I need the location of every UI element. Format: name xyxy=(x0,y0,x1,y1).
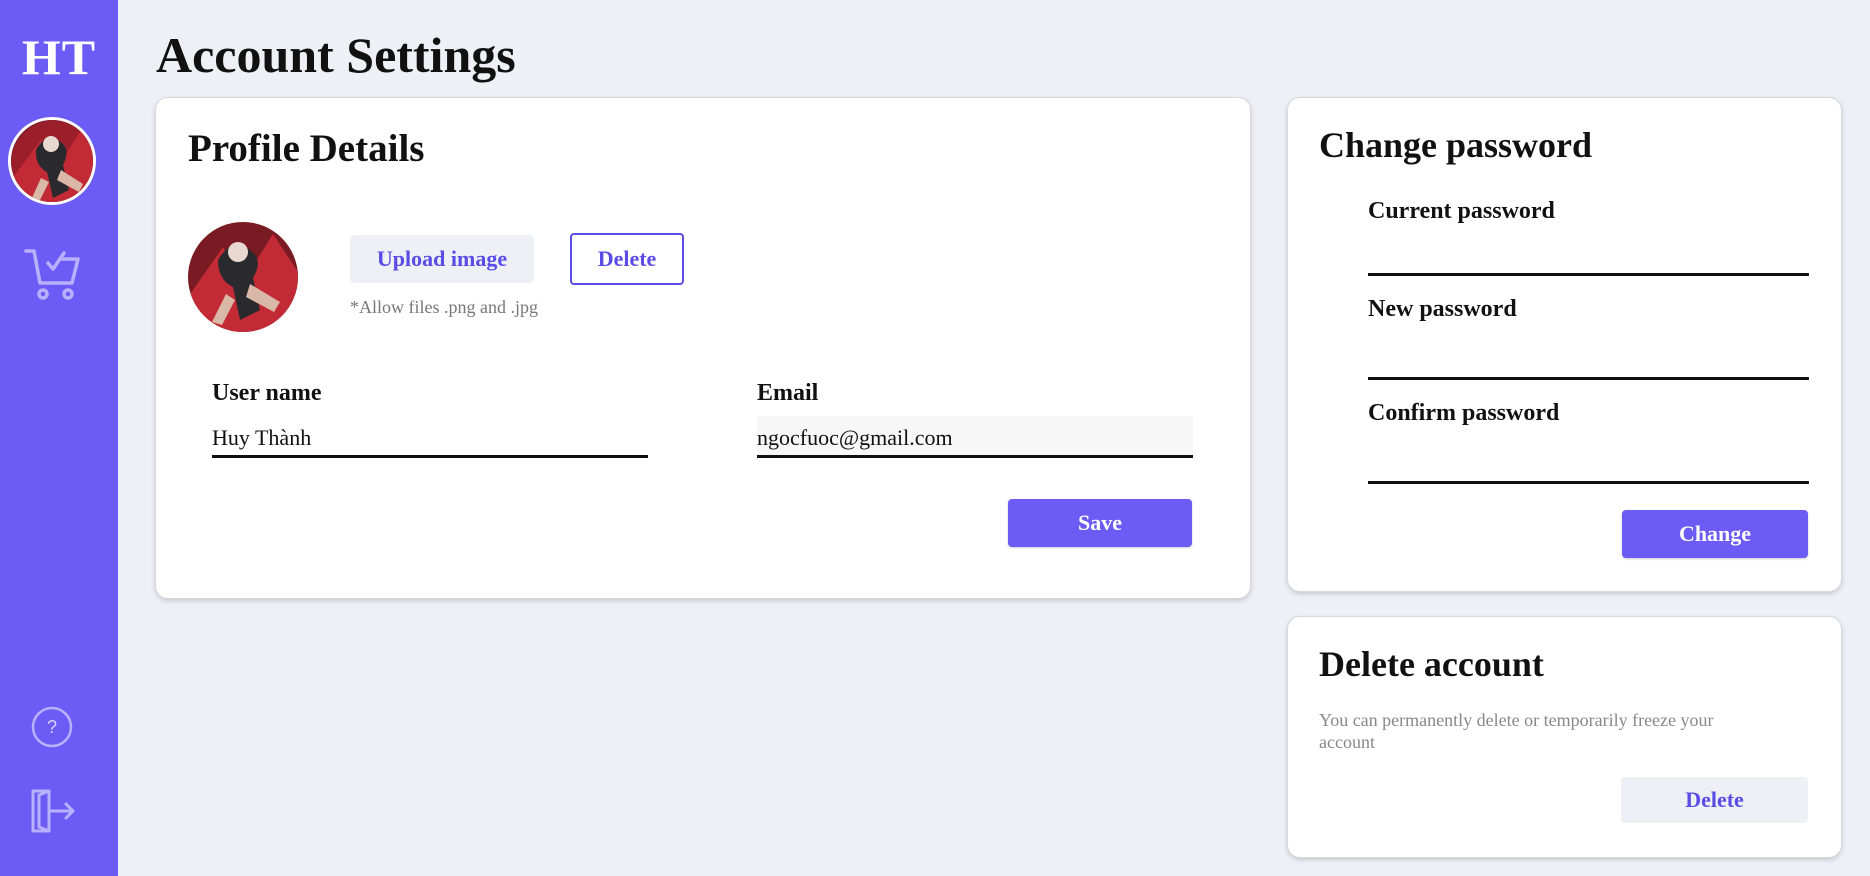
svg-text:?: ? xyxy=(47,717,57,737)
help-icon[interactable]: ? xyxy=(0,705,104,749)
new-password-input[interactable] xyxy=(1368,338,1809,380)
delete-account-description: You can permanently delete or temporaril… xyxy=(1319,710,1714,752)
sidebar: HT ? xyxy=(0,0,118,876)
confirm-password-label: Confirm password xyxy=(1368,400,1560,426)
delete-account-card: Delete account You can permanently delet… xyxy=(1288,617,1841,857)
confirm-password-input[interactable] xyxy=(1368,442,1809,484)
delete-account-button[interactable]: Delete xyxy=(1621,777,1808,823)
email-input[interactable] xyxy=(757,416,1193,458)
username-label: User name xyxy=(212,380,322,406)
page-title: Account Settings xyxy=(156,27,516,83)
delete-image-button[interactable]: Delete xyxy=(570,233,684,285)
save-button[interactable]: Save xyxy=(1008,499,1192,547)
change-password-card: Change password Current password New pas… xyxy=(1288,98,1841,591)
current-password-label: Current password xyxy=(1368,198,1555,224)
upload-image-button[interactable]: Upload image xyxy=(350,235,534,283)
change-password-button[interactable]: Change xyxy=(1622,510,1808,558)
change-password-heading: Change password xyxy=(1319,125,1593,165)
file-type-hint: *Allow files .png and .jpg xyxy=(350,297,538,317)
profile-details-card: Profile Details Upload image Delete *All… xyxy=(156,98,1250,598)
user-avatar[interactable] xyxy=(8,117,96,205)
profile-heading: Profile Details xyxy=(188,127,425,170)
current-password-input[interactable] xyxy=(1368,234,1809,276)
email-label: Email xyxy=(757,380,819,406)
new-password-label: New password xyxy=(1368,296,1517,322)
logout-icon[interactable] xyxy=(0,787,104,835)
profile-avatar xyxy=(188,222,298,332)
cart-check-icon[interactable] xyxy=(0,245,104,303)
app-logo: HT xyxy=(21,29,97,85)
username-input[interactable] xyxy=(212,416,648,458)
delete-account-heading: Delete account xyxy=(1319,644,1544,684)
